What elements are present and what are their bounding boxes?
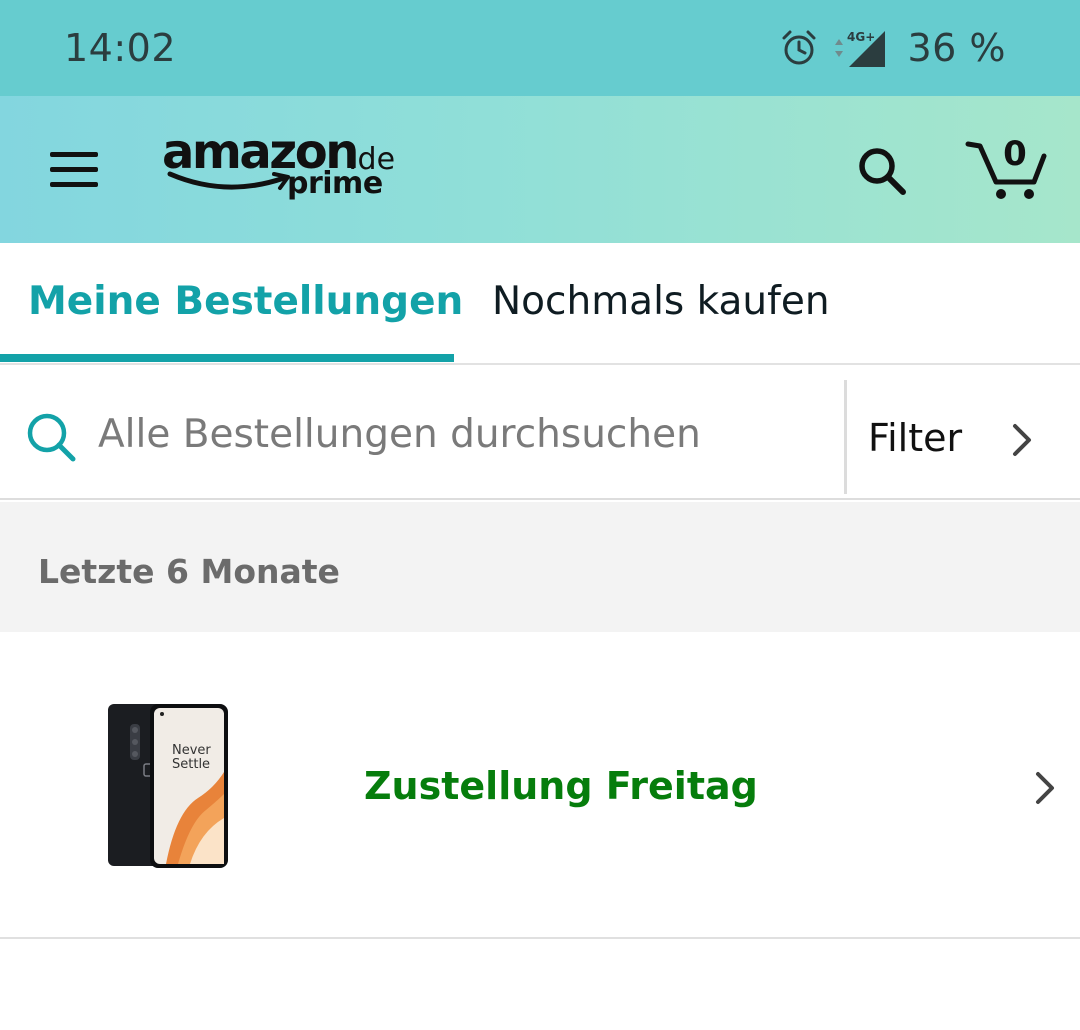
network-type-label: 4G+ xyxy=(847,30,875,44)
chevron-right-icon xyxy=(1013,424,1031,456)
logo-prime: prime xyxy=(287,166,383,201)
product-image-text: Settle xyxy=(172,757,210,772)
tab-my-orders[interactable]: Meine Bestellungen xyxy=(28,279,463,324)
search-icon xyxy=(27,413,76,462)
order-list-item[interactable] xyxy=(0,941,1080,1030)
order-tabs: Meine Bestellungen Nochmals kaufen xyxy=(0,243,1080,365)
cart-button[interactable]: 0 xyxy=(964,134,1050,204)
menu-icon[interactable] xyxy=(46,146,102,192)
product-image: Never Settle xyxy=(108,704,228,868)
status-time: 14:02 xyxy=(64,26,177,70)
order-search-input[interactable] xyxy=(98,404,818,464)
search-icon[interactable] xyxy=(854,143,910,199)
active-tab-indicator xyxy=(0,354,454,362)
tab-buy-again[interactable]: Nochmals kaufen xyxy=(492,279,830,324)
delivery-status: Zustellung Freitag xyxy=(364,764,758,808)
section-header: Letzte 6 Monate xyxy=(0,502,1080,632)
section-title: Letzte 6 Monate xyxy=(38,552,340,591)
status-bar: 14:02 4G+ 36 % xyxy=(0,0,1080,96)
smile-arrow-icon xyxy=(167,171,290,190)
order-search-bar: Filter xyxy=(0,366,1080,500)
filter-button[interactable]: Filter xyxy=(847,366,1080,500)
filter-label: Filter xyxy=(868,416,963,460)
amazon-prime-logo[interactable]: amazon .de prime xyxy=(160,124,400,214)
cart-count: 0 xyxy=(1003,134,1027,174)
status-indicators: 4G+ 36 % xyxy=(779,22,1006,74)
app-header: amazon .de prime 0 xyxy=(0,96,1080,243)
product-image-text: Never xyxy=(172,743,211,758)
battery-percentage: 36 % xyxy=(907,26,1006,70)
order-list-item[interactable]: Never Settle Zustellung Freitag xyxy=(0,632,1080,939)
signal-icon: 4G+ xyxy=(835,30,886,67)
alarm-icon xyxy=(782,30,816,65)
chevron-right-icon xyxy=(1036,772,1054,804)
